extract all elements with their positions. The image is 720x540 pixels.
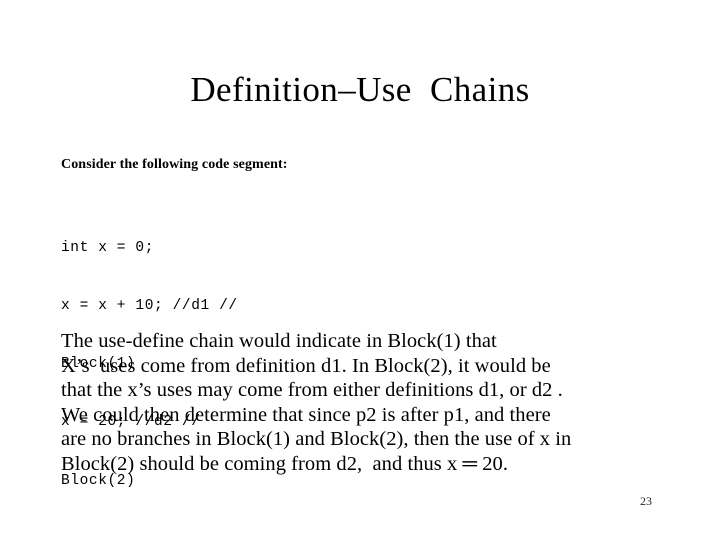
intro-text: Consider the following code segment: <box>61 157 288 172</box>
body-line: The use-define chain would indicate in B… <box>61 330 497 352</box>
body-paragraph: The use-define chain would indicate in B… <box>61 329 661 477</box>
body-line: X’s uses come from definition d1. In Blo… <box>61 354 551 377</box>
slide: Definition–Use Chains Consider the follo… <box>0 0 720 540</box>
body-line: are no branches in Block(1) and Block(2)… <box>61 428 572 451</box>
body-line: that the x’s uses may come from either d… <box>61 379 563 402</box>
code-line: int x = 0; <box>61 239 155 256</box>
code-line: x = x + 10; //d1 // <box>61 298 238 315</box>
page-title: Definition–Use Chains <box>190 70 530 109</box>
page-number: 23 <box>640 494 652 508</box>
body-line: Block(2) should be coming from d2, and t… <box>61 452 509 475</box>
body-line: We could then determine that since p2 is… <box>61 403 551 426</box>
